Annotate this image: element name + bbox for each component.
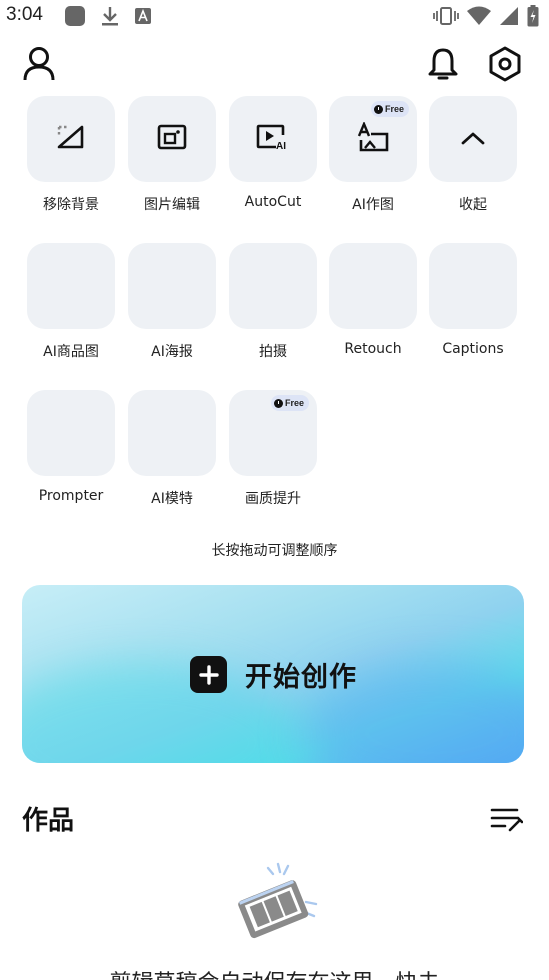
status-time: 3:04: [6, 4, 43, 25]
tool-label: 移除背景: [43, 197, 99, 213]
free-badge: Free: [270, 395, 309, 411]
tool-ai-poster[interactable]: AI海报: [127, 243, 217, 361]
tool-tile[interactable]: [27, 243, 115, 329]
wifi-icon: [467, 6, 491, 30]
tool-tile[interactable]: [229, 243, 317, 329]
clock-icon: [273, 398, 283, 408]
tool-tile[interactable]: AI: [229, 96, 317, 182]
tool-shoot[interactable]: 拍摄: [228, 243, 318, 361]
tool-tile[interactable]: [128, 390, 216, 476]
tool-tile[interactable]: [429, 96, 517, 182]
download-icon: [100, 5, 120, 31]
start-create-label: 开始创作: [245, 662, 357, 693]
tool-tile[interactable]: [128, 243, 216, 329]
clock-icon: [373, 104, 383, 114]
tool-label: AI海报: [151, 344, 193, 360]
tool-tile[interactable]: Free: [329, 96, 417, 182]
works-title: 作品: [22, 806, 75, 836]
free-badge-label: Free: [284, 398, 304, 408]
tool-prompter[interactable]: Prompter: [26, 390, 116, 504]
reorder-hint: 长按拖动可调整顺序: [211, 543, 338, 559]
person-icon: [22, 46, 56, 86]
tool-label: AutoCut: [244, 194, 302, 210]
autocut-icon: AI: [256, 123, 290, 155]
bell-icon: [426, 46, 460, 86]
image-edit-icon: [157, 123, 187, 155]
tool-captions[interactable]: Captions: [428, 243, 518, 357]
film-strip-icon: [232, 860, 324, 946]
settings-button[interactable]: [485, 46, 525, 86]
vibrate-icon: [433, 6, 459, 30]
tool-tile[interactable]: [329, 243, 417, 329]
tool-ai-product-image[interactable]: AI商品图: [26, 243, 116, 361]
notifications-button[interactable]: [423, 46, 463, 86]
tool-label: Prompter: [38, 488, 104, 504]
tool-label: 收起: [459, 197, 487, 213]
tool-label: AI商品图: [43, 344, 99, 360]
tool-ai-model[interactable]: AI模特: [127, 390, 217, 508]
ai-drawing-icon: [357, 120, 389, 156]
tool-label: 画质提升: [245, 491, 301, 507]
text-a-icon: [134, 7, 152, 29]
signal-icon: [499, 6, 519, 30]
sort-button[interactable]: [489, 804, 524, 834]
start-create-button[interactable]: 开始创作: [22, 585, 524, 763]
remove-background-icon: [55, 123, 87, 155]
tool-label: AI作图: [352, 197, 394, 213]
tool-image-edit[interactable]: 图片编辑: [127, 96, 217, 214]
tool-autocut[interactable]: AI AutoCut: [228, 96, 318, 210]
plus-icon: [190, 656, 227, 693]
tool-label: 拍摄: [259, 344, 287, 360]
status-bar: 3:04: [0, 0, 549, 32]
tool-label: AI模特: [151, 491, 193, 507]
svg-text:AI: AI: [276, 141, 286, 151]
tool-tile[interactable]: Free: [229, 390, 317, 476]
battery-icon: [527, 5, 539, 31]
tool-collapse[interactable]: 收起: [428, 96, 518, 214]
tool-label: Retouch: [344, 341, 402, 357]
hexagon-settings-icon: [488, 46, 522, 86]
app-notification-icon: [64, 5, 86, 31]
tool-tile[interactable]: [128, 96, 216, 182]
free-badge: Free: [370, 101, 409, 117]
chevron-up-icon: [461, 130, 485, 149]
sort-list-icon: [489, 808, 524, 838]
tool-retouch[interactable]: Retouch: [328, 243, 418, 357]
tool-ai-drawing[interactable]: Free AI作图: [328, 96, 418, 214]
empty-works-text: 剪辑草稿会自动保存在这里，快去: [0, 965, 549, 980]
profile-button[interactable]: [19, 46, 59, 86]
tool-label: 图片编辑: [144, 197, 200, 213]
tool-tile[interactable]: [429, 243, 517, 329]
tool-tile[interactable]: [27, 96, 115, 182]
free-badge-label: Free: [384, 104, 404, 114]
tool-remove-background[interactable]: 移除背景: [26, 96, 116, 214]
tool-label: Captions: [442, 341, 504, 357]
tool-tile[interactable]: [27, 390, 115, 476]
tool-quality-enhance[interactable]: Free 画质提升: [228, 390, 318, 508]
